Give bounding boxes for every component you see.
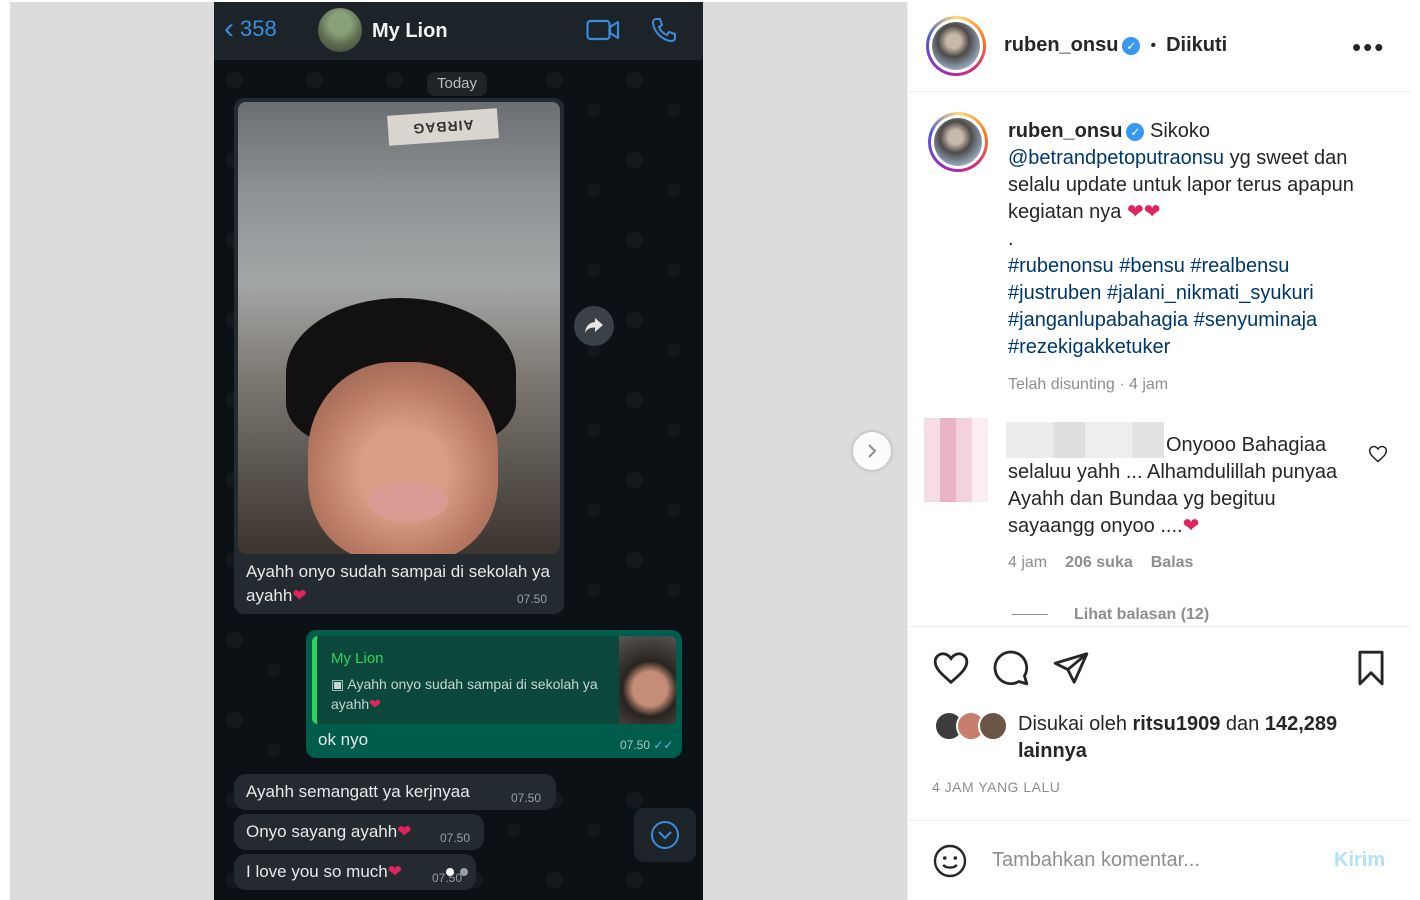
add-comment-bar: Tambahkan komentar... Kirim [908, 820, 1411, 900]
contact-avatar [318, 8, 362, 52]
instagram-post-modal: ‹ 358 My Lion Today AIRBAG Ayahh onyo su… [0, 0, 1420, 900]
chat-header: ‹ 358 My Lion [214, 2, 703, 60]
heart-emoji-icon: ❤❤ [1126, 201, 1161, 223]
comment-bubble-icon[interactable] [992, 649, 1030, 687]
post-actions: Disukai oleh ritsu1909 dan 142,289 lainn… [908, 626, 1411, 820]
heart-emoji-icon: ❤ [387, 862, 402, 881]
comment-likes[interactable]: 206 suka [1065, 554, 1133, 572]
follow-state-button[interactable]: Diikuti [1166, 34, 1227, 57]
heart-emoji-icon: ❤ [292, 586, 307, 605]
caption-mention-link[interactable]: @betrandpetoputraonsu [1008, 147, 1224, 169]
unread-count: 358 [240, 16, 277, 41]
header-separator: • [1150, 36, 1157, 54]
liker-avatar [978, 711, 1008, 741]
message-time: 07.50 [440, 831, 471, 845]
image-message: AIRBAG Ayahh onyo sudah sampai di sekola… [234, 98, 564, 614]
comment-reply-button[interactable]: Balas [1151, 554, 1194, 572]
posted-time[interactable]: 4 JAM YANG LALU [932, 779, 1060, 795]
save-bookmark-icon[interactable] [1352, 649, 1390, 687]
share-paper-plane-icon[interactable] [1052, 649, 1090, 687]
whatsapp-screenshot: ‹ 358 My Lion Today AIRBAG Ayahh onyo su… [214, 2, 703, 900]
view-replies-button[interactable]: Lihat balasan (12) [1012, 606, 1332, 624]
message-bubble: Onyo sayang ayahh❤ 07.50 [234, 814, 484, 850]
message-text: Ayahh semangatt ya kerjnyaa [246, 782, 470, 801]
message-time: 07.50 ✓✓ [620, 738, 674, 752]
photo-lips [368, 482, 448, 522]
comment-like-icon[interactable] [1368, 444, 1388, 464]
message-text: Onyo sayang ayahh❤ [246, 822, 412, 841]
reply-message: My Lion ▣ Ayahh onyo sudah sampai di sek… [306, 630, 682, 758]
carousel-dots [446, 868, 468, 876]
comment-meta: 4 jam 206 suka Balas [1008, 554, 1193, 572]
forward-icon [574, 306, 614, 346]
caption-text-before: Sikoko [1150, 120, 1211, 142]
author-username[interactable]: ruben_onsu [1004, 34, 1118, 57]
heart-emoji-icon: ❤ [1182, 515, 1200, 537]
caption-username[interactable]: ruben_onsu [1008, 120, 1122, 142]
post-comment-button[interactable]: Kirim [1334, 849, 1385, 872]
commenter-avatar-blurred[interactable] [924, 418, 988, 502]
chat-back-button: ‹ 358 [224, 12, 277, 45]
chevron-left-icon: ‹ [224, 12, 234, 45]
image-caption: Ayahh onyo sudah sampai di sekolah ya ay… [246, 562, 550, 605]
message-bubble: I love you so much❤ 07.50 [234, 854, 476, 890]
caption-meta: Telah disunting · 4 jam [1008, 376, 1169, 393]
photo-face [308, 362, 498, 554]
edited-label: Telah disunting [1008, 376, 1115, 393]
caption-author-avatar[interactable] [928, 112, 988, 172]
reply-text: ok nyo [318, 730, 369, 749]
more-options-icon[interactable]: ••• [1352, 32, 1385, 63]
likes-summary: Disukai oleh ritsu1909 dan 142,289 lainn… [1018, 713, 1338, 762]
verified-badge-icon: ✓ [1122, 36, 1141, 55]
caption-hashtags[interactable]: #rubenonsu #bensu #realbensu #justruben … [1008, 253, 1368, 361]
comment-input[interactable]: Tambahkan komentar... [992, 849, 1200, 872]
like-heart-icon[interactable] [932, 649, 970, 687]
scroll-down-button [634, 808, 696, 862]
caption-time[interactable]: 4 jam [1129, 376, 1168, 393]
double-check-icon: ✓✓ [653, 738, 674, 752]
carousel-dot[interactable] [446, 868, 454, 876]
selfie-photo: AIRBAG [238, 102, 560, 554]
verified-badge-icon: ✓ [1126, 122, 1145, 141]
heart-emoji-icon: ❤ [397, 822, 412, 841]
quoted-thumbnail [619, 636, 676, 724]
author-avatar[interactable] [926, 16, 986, 76]
voice-call-icon [651, 18, 676, 43]
date-chip: Today [427, 72, 488, 96]
quoted-text: ▣ Ayahh onyo sudah sampai di sekolah ya … [331, 676, 598, 712]
chevron-right-icon [868, 444, 877, 458]
message-text: I love you so much❤ [246, 862, 402, 881]
contact-name: My Lion [372, 20, 448, 42]
heart-emoji-icon: ❤ [369, 696, 381, 712]
quoted-message: My Lion ▣ Ayahh onyo sudah sampai di sek… [312, 636, 676, 724]
airbag-label: AIRBAG [387, 108, 499, 146]
message-time: 07.50 [511, 791, 542, 805]
post-side-panel: ruben_onsu ✓ • Diikuti ••• ruben_onsu ✓ S… [907, 2, 1411, 900]
post-caption: ruben_onsu ✓ Sikoko @betrandpetoputraonsu… [1008, 118, 1368, 398]
camera-icon: ▣ [331, 676, 348, 692]
post-header: ruben_onsu ✓ • Diikuti ••• [908, 2, 1411, 92]
header-meta: ruben_onsu ✓ • Diikuti [1004, 34, 1227, 57]
video-call-icon [586, 19, 620, 41]
liker-username[interactable]: ritsu1909 [1133, 713, 1221, 735]
carousel-next-button[interactable] [853, 432, 891, 470]
carousel-dot[interactable] [460, 868, 468, 876]
quoted-sender: My Lion [331, 650, 384, 667]
emoji-picker-icon[interactable] [932, 843, 968, 879]
message-bubble: Ayahh semangatt ya kerjnyaa 07.50 [234, 774, 556, 810]
liker-avatars[interactable] [934, 711, 1014, 741]
caption-dot: . [1008, 228, 1014, 250]
post-media: ‹ 358 My Lion Today AIRBAG Ayahh onyo su… [10, 2, 907, 900]
comment-text: Onyooo Bahagiaa selaluu yahh ... Alhamdu… [1008, 434, 1338, 537]
chevron-down-circle-icon [651, 821, 679, 849]
replies-divider [1012, 614, 1048, 616]
comment-time[interactable]: 4 jam [1008, 554, 1047, 572]
message-time: 07.50 [517, 592, 548, 606]
